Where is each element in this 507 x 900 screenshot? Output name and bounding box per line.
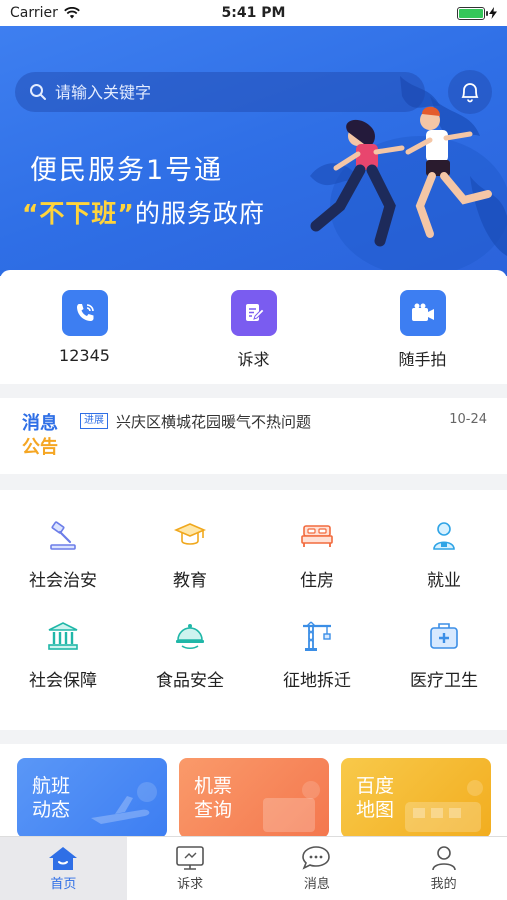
tab-home[interactable]: 首页 [0,837,127,900]
category-label: 住房 [300,571,334,591]
category-label: 教育 [173,571,207,591]
bank-icon [43,616,83,656]
search-bar[interactable] [15,72,425,112]
food-cover-icon [170,616,210,656]
quick-action-label: 随手拍 [398,350,447,369]
quick-action-hotline[interactable]: 12345 [0,270,169,384]
card-baidu-map[interactable]: 百度地图 [341,758,491,838]
quick-action-snapshot[interactable]: 随手拍 [338,270,507,384]
category-social-security[interactable]: 社会保障 [0,616,126,691]
status-left: Carrier [10,5,80,21]
category-employment[interactable]: 就业 [381,516,507,591]
category-label: 医疗卫生 [410,671,478,691]
crane-icon [297,616,337,656]
monitor-icon [176,846,204,870]
banner-subtitle-rest: 的服务政府 [134,199,265,228]
medical-kit-icon [424,616,464,656]
quick-actions: 12345 诉求 随手拍 [0,270,507,384]
category-label: 社会治安 [29,571,97,591]
category-land-expropriation[interactable]: 征地拆迁 [254,616,380,691]
status-right [457,6,497,20]
status-bar: Carrier 5:41 PM [0,0,507,26]
video-icon [399,290,446,336]
quick-action-label: 12345 [59,346,110,365]
ticket-icon [263,781,320,832]
search-input[interactable] [55,82,395,102]
category-housing[interactable]: 住房 [254,516,380,591]
airplane-icon [91,782,157,824]
card-flight-status[interactable]: 航班动态 [17,758,167,838]
tab-messages[interactable]: 消息 [254,837,381,900]
worker-icon [424,516,464,556]
category-grid: 社会治安 教育 住房 就业 社会保障 食品安全 征地拆迁 医疗卫生 [0,490,507,730]
tab-appeal[interactable]: 诉求 [127,837,254,900]
category-label: 就业 [427,571,461,591]
banner-title: 便民服务1号通 [30,155,224,186]
tab-label: 我的 [430,877,457,892]
notice-bar[interactable]: 消息 公告 进展 兴庆区横城花园暖气不热问题 10-24 [0,398,507,474]
card-label: 航班动态 [32,775,71,821]
bus-icon [405,780,483,832]
battery-icon [457,6,488,20]
category-healthcare[interactable]: 医疗卫生 [381,616,507,691]
wifi-icon [64,7,80,19]
notice-tag-line1: 消息 [22,413,58,434]
notice-text[interactable]: 兴庆区横城花园暖气不热问题 [116,411,311,432]
tab-label: 消息 [303,877,330,892]
status-time: 5:41 PM [221,5,286,21]
tab-profile[interactable]: 我的 [380,837,507,900]
carrier-label: Carrier [10,5,58,21]
phone-icon [61,290,108,336]
notice-tag-line2: 公告 [22,437,58,458]
notice-badge: 进展 [80,413,108,429]
search-icon [30,84,46,100]
bed-icon [297,516,337,556]
notice-tag: 消息 公告 [22,412,68,460]
hero-banner[interactable]: 便民服务1号通 “不下班”的服务政府 [0,26,507,276]
tab-label: 首页 [50,877,77,892]
bell-icon [461,83,479,103]
banner-subtitle-highlight: “不下班” [22,199,135,228]
gavel-icon [43,516,83,556]
card-ticket-search[interactable]: 机票查询 [179,758,329,838]
notice-date: 10-24 [449,412,487,427]
chat-icon [302,846,330,870]
home-icon [49,847,78,870]
quick-action-label: 诉求 [237,350,270,369]
card-label: 机票查询 [194,775,233,821]
banner-subtitle: “不下班”的服务政府 [22,194,265,230]
graduation-cap-icon [170,516,210,556]
edit-icon [230,290,277,336]
tab-label: 诉求 [177,877,204,892]
service-cards: 航班动态 机票查询 百度地图 [0,744,507,838]
charging-icon [489,7,497,19]
category-label: 征地拆迁 [283,671,351,691]
tab-bar: 首页 诉求 消息 我的 [0,836,507,900]
user-icon [431,846,456,871]
category-label: 社会保障 [29,671,97,691]
category-education[interactable]: 教育 [127,516,253,591]
category-public-security[interactable]: 社会治安 [0,516,126,591]
notification-button[interactable] [448,70,492,114]
quick-action-appeal[interactable]: 诉求 [169,270,338,384]
category-food-safety[interactable]: 食品安全 [127,616,253,691]
category-label: 食品安全 [156,671,224,691]
